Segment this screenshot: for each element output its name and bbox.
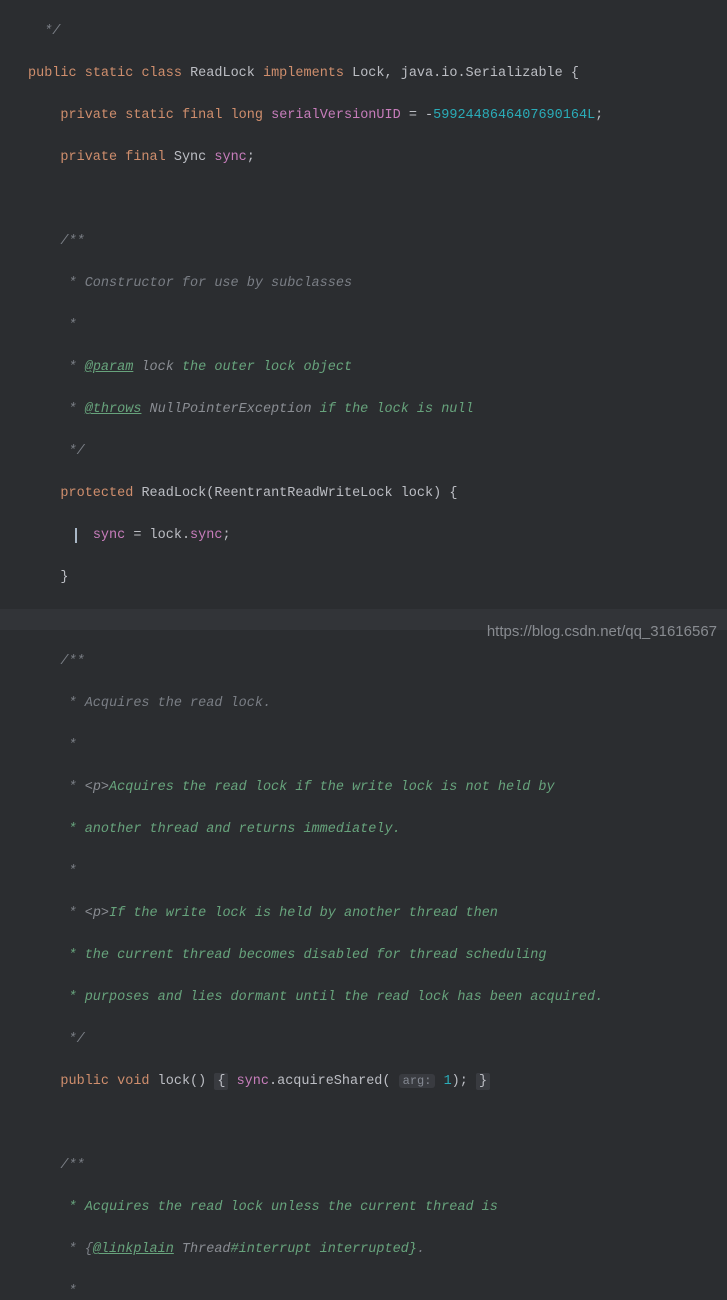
code-line: * another thread and returns immediately…	[28, 819, 727, 840]
code-line: * @throws NullPointerException if the lo…	[28, 399, 727, 420]
code-editor[interactable]: */ public static class ReadLock implemen…	[0, 0, 727, 1300]
code-line	[28, 1113, 727, 1134]
code-line: /**	[28, 231, 727, 252]
code-line: * {@linkplain Thread#interrupt interrupt…	[28, 1239, 727, 1260]
code-line: public static class ReadLock implements …	[28, 63, 727, 84]
code-line: * the current thread becomes disabled fo…	[28, 945, 727, 966]
code-line: *	[28, 735, 727, 756]
code-line: * purposes and lies dormant until the re…	[28, 987, 727, 1008]
code-line: sync = lock.sync;	[28, 525, 727, 546]
code-line: }	[28, 567, 727, 588]
code-line: *	[28, 1281, 727, 1300]
code-line: * Acquires the read lock.	[28, 693, 727, 714]
code-line: private static final long serialVersionU…	[28, 105, 727, 126]
code-line: *	[28, 315, 727, 336]
code-line: * Constructor for use by subclasses	[28, 273, 727, 294]
watermark-text: https://blog.csdn.net/qq_31616567	[487, 621, 717, 642]
code-line: *	[28, 861, 727, 882]
code-line	[28, 189, 727, 210]
code-line: protected ReadLock(ReentrantReadWriteLoc…	[28, 483, 727, 504]
code-line: * Acquires the read lock unless the curr…	[28, 1197, 727, 1218]
code-line: */	[28, 441, 727, 462]
code-line: /**	[28, 651, 727, 672]
param-hint: arg:	[399, 1074, 436, 1088]
code-line: private final Sync sync;	[28, 147, 727, 168]
code-line: public void lock() { sync.acquireShared(…	[28, 1071, 727, 1092]
code-line: * @param lock the outer lock object	[28, 357, 727, 378]
code-line: */	[28, 1029, 727, 1050]
code-line: */	[28, 21, 727, 42]
code-line: * <p>If the write lock is held by anothe…	[28, 903, 727, 924]
code-line: * <p>Acquires the read lock if the write…	[28, 777, 727, 798]
code-line: /**	[28, 1155, 727, 1176]
